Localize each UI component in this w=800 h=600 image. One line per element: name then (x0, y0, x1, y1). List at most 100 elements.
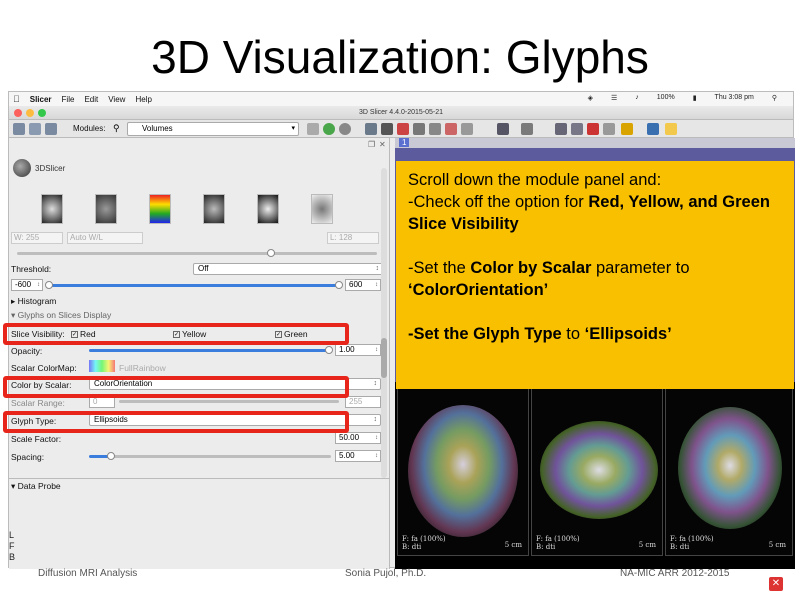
layout-grid-icon[interactable] (461, 123, 473, 135)
callout-line4-bold: Glyph Type (473, 325, 562, 343)
callout-line4: -Set the Glyph Type to ‘Ellipsoids’ (408, 323, 784, 345)
orientation-b: B (9, 552, 16, 562)
volume-icon[interactable]: ♪ (635, 94, 639, 102)
minimize-window-button[interactable] (26, 109, 34, 117)
preset-ct-bone-thumbnail[interactable] (41, 194, 63, 224)
window-title: 3D Slicer 4.4.0-2015-05-21 (358, 109, 444, 116)
battery-level[interactable]: 100% (657, 94, 675, 102)
opacity-field[interactable]: 1.00 ↕ (335, 344, 381, 356)
scalar-range-slider[interactable] (119, 400, 339, 403)
histogram-section[interactable]: ▸ Histogram (11, 296, 56, 307)
preset-ct-lung-thumbnail[interactable] (311, 194, 333, 224)
data-probe-section[interactable]: ▾ Data Probe (11, 481, 61, 492)
layout-compare-icon[interactable] (445, 123, 457, 135)
threshold-value: Off (198, 264, 209, 273)
load-dicom-icon[interactable] (29, 123, 41, 135)
back-arrow-icon[interactable] (323, 123, 335, 135)
red-slice-scale: 5 cm (504, 541, 522, 549)
battery-icon: ▮ (692, 95, 697, 102)
close-icon[interactable]: ✕ (769, 577, 783, 591)
color-by-scalar-highlight (3, 376, 349, 398)
crosshair-icon[interactable] (521, 123, 533, 135)
save-icon[interactable] (45, 123, 57, 135)
layout-3d-icon[interactable] (381, 123, 393, 135)
module-history-icon[interactable] (307, 123, 319, 135)
threshold-min-value: -600 (15, 280, 32, 289)
menu-file[interactable]: File (62, 95, 75, 104)
menu-slicer[interactable]: Slicer (30, 95, 52, 104)
sequence-icon[interactable] (555, 123, 567, 135)
colormap-value[interactable]: FullRainbow (119, 363, 166, 373)
panel-scrollbar-thumb[interactable] (381, 338, 387, 378)
green-slice-view[interactable]: F: fa (100%) B: dti 5 cm (665, 370, 793, 556)
glyph-type-highlight (3, 411, 349, 433)
spacing-slider-handle[interactable] (107, 452, 115, 460)
auto-wl-select[interactable]: Auto W/L (67, 232, 143, 244)
panel-scrollbar[interactable] (381, 168, 387, 478)
green-slice-bg-label: B: dti (670, 543, 690, 551)
green-slice-label: F: fa (100%) B: dti (670, 535, 714, 551)
module-search-icon[interactable]: ⚲ (113, 123, 120, 134)
status-area: ◈ ☰ ♪ 100% ▮ Thu 3:08 pm ⚲ (588, 94, 787, 102)
slice-visibility-highlight (3, 323, 349, 345)
level-field[interactable]: L: 128 (327, 232, 379, 244)
apple-icon[interactable]:  (13, 94, 20, 104)
search-icon[interactable]: ⚲ (772, 94, 777, 102)
extension-icon[interactable] (647, 123, 659, 135)
scale-factor-field[interactable]: 50.00 ↕ (335, 432, 381, 444)
view-number-badge[interactable]: 1 (399, 138, 410, 147)
window-field[interactable]: W: 255 (11, 232, 63, 244)
threshold-dropdown[interactable]: Off ↕ (193, 263, 383, 275)
wl-slider-handle[interactable] (267, 249, 275, 257)
threshold-range-slider[interactable] (49, 284, 339, 287)
opacity-slider-handle[interactable] (325, 346, 333, 354)
threshold-min-field[interactable]: -600 ↕ (11, 279, 43, 291)
layout-conventional-icon[interactable] (365, 123, 377, 135)
screenshot-icon[interactable] (497, 123, 509, 135)
red-slice-view[interactable]: F: fa (100%) B: dti 5 cm (397, 370, 529, 556)
yellow-slice-view[interactable]: F: fa (100%) B: dti 5 cm (531, 370, 663, 556)
python-icon[interactable] (665, 123, 677, 135)
spacing-field[interactable]: 5.00 ↕ (335, 450, 381, 462)
fiducial-icon[interactable] (621, 123, 633, 135)
preset-pet-thumbnail[interactable] (149, 194, 171, 224)
menu-edit[interactable]: Edit (84, 95, 98, 104)
float-panel-icon[interactable]: ❐ (368, 140, 375, 149)
threshold-label: Threshold: (11, 264, 52, 274)
wl-slider[interactable] (17, 252, 377, 255)
glyphs-section-header[interactable]: ▾ Glyphs on Slices Display (11, 310, 111, 321)
preset-ct-air-thumbnail[interactable] (95, 194, 117, 224)
layout-tabbed-icon[interactable] (429, 123, 441, 135)
forward-arrow-icon[interactable] (339, 123, 351, 135)
clock[interactable]: Thu 3:08 pm (715, 94, 754, 102)
slicer-logo-icon (13, 159, 31, 177)
record-icon[interactable] (587, 123, 599, 135)
opacity-slider[interactable] (89, 349, 329, 352)
red-slice-bg-label: B: dti (402, 543, 422, 551)
editor-icon[interactable] (571, 123, 583, 135)
module-selector[interactable]: Volumes ▾ (127, 122, 299, 136)
footer-center: Sonia Pujol, Ph.D. (345, 568, 427, 579)
callout-line4-mid: to (561, 325, 585, 343)
wifi-icon[interactable]: ☰ (611, 94, 617, 102)
load-data-icon[interactable] (13, 123, 25, 135)
layout-red-icon[interactable] (397, 123, 409, 135)
threshold-min-handle[interactable] (45, 281, 53, 289)
spacing-slider[interactable] (113, 455, 331, 458)
preset-ct-brain-thumbnail[interactable] (257, 194, 279, 224)
expand-arrow-icon: ▾ (11, 481, 16, 491)
preset-ct-abdomen-thumbnail[interactable] (203, 194, 225, 224)
threshold-max-field[interactable]: 600 ↕ (345, 279, 381, 291)
menu-help[interactable]: Help (135, 95, 151, 104)
layout-four-icon[interactable] (413, 123, 425, 135)
scalar-range-max-field[interactable]: 255 (345, 396, 381, 408)
menu-view[interactable]: View (108, 95, 125, 104)
data-icon[interactable] (603, 123, 615, 135)
close-window-button[interactable] (14, 109, 22, 117)
zoom-window-button[interactable] (38, 109, 46, 117)
opacity-label: Opacity: (11, 346, 43, 356)
dropbox-icon[interactable]: ◈ (588, 94, 593, 102)
threshold-max-handle[interactable] (335, 281, 343, 289)
close-panel-icon[interactable]: ✕ (379, 140, 386, 149)
footer-left: Diffusion MRI Analysis (38, 568, 138, 579)
